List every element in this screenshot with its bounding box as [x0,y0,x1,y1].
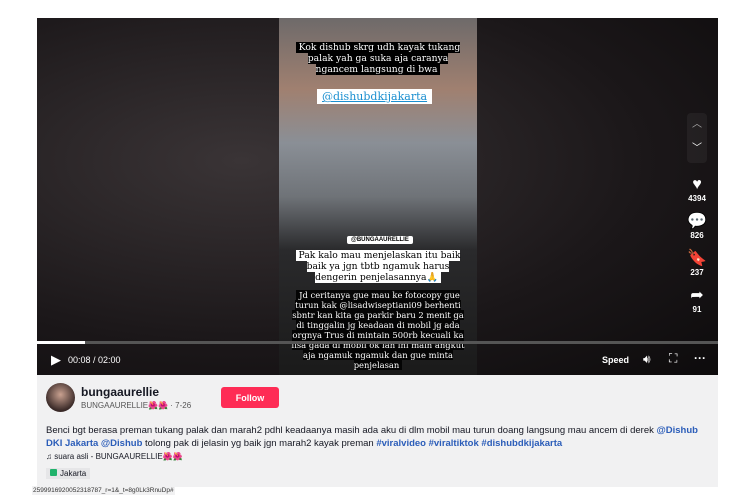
description-text: Benci bgt berasa preman tukang palak dan… [46,425,657,436]
save-button[interactable]: 🔖 237 [685,250,709,277]
caption-top-text: Kok dishub skrg udh kayak tukang palak y… [295,42,461,75]
progress-fill [37,341,85,344]
hashtag-link[interactable]: #dishubdkijakarta [481,438,562,449]
hashtag-link[interactable]: #viralvideo [376,438,426,449]
video-info: bungaaurellie BUNGAAURELLIE🌺🌺 · 7-26 Fol… [37,375,718,487]
share-icon: ➦ [690,287,704,304]
speed-button[interactable]: Speed [602,355,629,365]
volume-icon[interactable]: 🔊︎ [643,352,651,367]
action-bar: ♥ 4394 💬 826 🔖 237 ➦ 91 [685,176,709,324]
location-label: Jakarta [60,469,87,478]
avatar[interactable] [46,383,75,412]
video-nav: ︿ ﹀ [687,113,707,163]
caption-top: Kok dishub skrg udh kayak tukang palak y… [287,42,469,75]
heart-icon: ♥ [692,176,702,193]
share-button[interactable]: ➦ 91 [685,287,709,314]
fullscreen-icon[interactable]: ⛶ [669,351,677,366]
bookmark-icon: 🔖 [687,250,707,267]
nickname-date: BUNGAAURELLIE🌺🌺 · 7-26 [81,401,191,410]
share-count: 91 [692,305,702,314]
time-display: 00:08 / 02:00 [68,355,121,365]
comment-count: 826 [690,231,704,240]
nickname: BUNGAAURELLIE🌺🌺 [81,401,169,410]
chevron-up-icon[interactable]: ︿ [687,113,707,137]
caption-middle-text: Pak kalo mau menjelaskan itu baik baik y… [295,250,461,283]
comment-button[interactable]: 💬 826 [685,213,709,240]
music-link[interactable]: ♫ suara asli - BUNGAAURELLIE🌺🌺 [46,452,183,461]
watermark-tag: @BUNGAAURELLIE [347,236,413,244]
save-count: 237 [690,268,704,277]
video-frame[interactable]: Kok dishub skrg udh kayak tukang palak y… [279,18,477,375]
description: Benci bgt berasa preman tukang palak dan… [46,424,708,450]
chevron-down-icon[interactable]: ﹀ [687,137,707,161]
progress-bar[interactable] [37,341,718,344]
caption-bottom-text: Jd ceritanya gue mau ke fotocopy gue tur… [291,290,465,370]
caption-bottom: Jd ceritanya gue mau ke fotocopy gue tur… [287,290,469,370]
hashtag-link[interactable]: #viraltiktok [429,438,479,449]
like-button[interactable]: ♥ 4394 [685,176,709,203]
follow-button[interactable]: Follow [221,387,279,408]
mention-sticker: @dishubdkijakarta [317,89,433,104]
description-text: tolong pak di jelasin yg baik jgn marah2… [142,438,377,449]
post-date: · 7-26 [170,401,192,410]
username[interactable]: bungaaurellie [81,385,159,399]
video-player[interactable]: Kok dishub skrg udh kayak tukang palak y… [37,18,718,375]
caption-middle: Pak kalo mau menjelaskan itu baik baik y… [287,250,469,283]
location-icon [50,469,57,476]
comment-icon: 💬 [687,213,707,230]
location-tag[interactable]: Jakarta [46,468,91,479]
play-icon[interactable]: ▶ [51,352,61,368]
status-url: 2599916920052318787_r=1&_t=8g0Lk3RnuDp# [32,486,175,495]
like-count: 4394 [688,194,706,203]
mention-link[interactable]: @Dishub [101,438,142,449]
more-icon[interactable]: ··· [694,351,706,365]
